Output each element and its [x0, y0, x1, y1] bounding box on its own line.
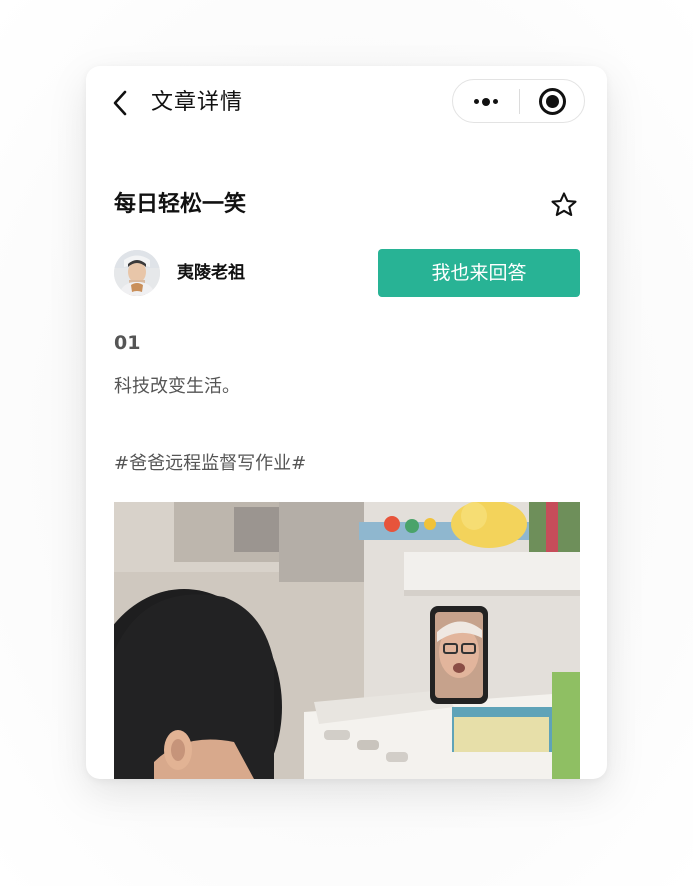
section-number: 01	[114, 332, 141, 354]
author-avatar[interactable]	[114, 250, 160, 296]
article-paragraph: 科技改变生活。	[114, 376, 240, 397]
close-button[interactable]	[520, 80, 584, 122]
page-title: 文章详情	[151, 90, 244, 115]
article-title: 每日轻松一笑	[114, 192, 247, 217]
back-button[interactable]	[110, 88, 132, 118]
star-outline-icon	[551, 192, 577, 217]
hashtag-topic[interactable]: #爸爸远程监督写作业#	[114, 449, 306, 479]
navigation-bar: 文章详情	[86, 66, 607, 142]
chevron-left-icon	[113, 90, 127, 116]
author-name[interactable]: 夷陵老祖	[177, 259, 245, 287]
capsule-menu	[452, 79, 585, 123]
favorite-button[interactable]	[549, 190, 579, 220]
more-button[interactable]	[453, 80, 519, 122]
article-video[interactable]	[114, 502, 580, 779]
avatar-photo	[114, 250, 160, 296]
video-frame-photo	[114, 502, 580, 779]
answer-button[interactable]: 我也来回答	[378, 249, 580, 297]
screenshot-stage: 文章详情 每日轻松一笑 夷陵老祖 我也来回答 01 科技改变生活。 #爸爸远程监…	[0, 0, 693, 886]
mini-program-window: 文章详情 每日轻松一笑 夷陵老祖 我也来回答 01 科技改变生活。 #爸爸远程监…	[86, 66, 607, 779]
